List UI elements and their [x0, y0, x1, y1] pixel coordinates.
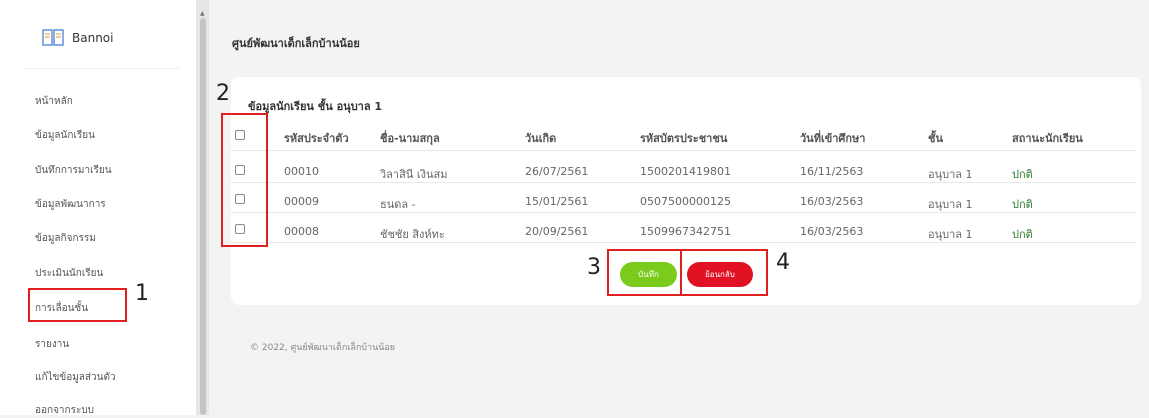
annotation-box-promotion: [28, 288, 127, 322]
brand[interactable]: Bannoi: [42, 28, 113, 48]
cell-enroll-date: 16/03/2563: [800, 225, 864, 238]
cell-id-card: 1509967342751: [640, 225, 731, 238]
cell-name: ธนดล -: [380, 198, 416, 211]
annotation-label: 2: [216, 81, 230, 106]
divider: [25, 68, 180, 69]
footer-copyright: © 2022, ศูนย์พัฒนาเด็กเล็กบ้านน้อย: [250, 343, 396, 353]
nav-item-evaluation[interactable]: ประเมินนักเรียน: [35, 266, 103, 281]
cell-birthdate: 26/07/2561: [525, 165, 589, 178]
nav-item-activities[interactable]: ข้อมูลกิจกรรม: [35, 231, 96, 246]
annotation-box-save: [607, 249, 682, 296]
nav-item-attendance[interactable]: บันทึกการมาเรียน: [35, 163, 112, 178]
scroll-thumb[interactable]: [200, 18, 206, 415]
cell-birthdate: 15/01/2561: [525, 195, 589, 208]
cell-status: ปกติ: [1012, 228, 1033, 241]
header-birthdate: วันเกิด: [525, 132, 557, 145]
scroll-up-icon[interactable]: ▲: [200, 10, 205, 17]
nav-item-reports[interactable]: รายงาน: [35, 337, 69, 352]
cell-status: ปกติ: [1012, 168, 1033, 181]
header-id-card: รหัสบัตรประชาชน: [640, 132, 728, 145]
page-title: ศูนย์พัฒนาเด็กเล็กบ้านน้อย: [232, 37, 360, 50]
divider: [231, 212, 1136, 213]
nav-item-logout[interactable]: ออกจากระบบ: [35, 403, 94, 418]
nav-item-students[interactable]: ข้อมูลนักเรียน: [35, 128, 95, 143]
cell-name: ชัชชัย สิงห์ทะ: [380, 228, 445, 241]
header-class: ชั้น: [928, 132, 943, 145]
header-enroll-date: วันที่เข้าศึกษา: [800, 132, 866, 145]
header-status: สถานะนักเรียน: [1012, 132, 1083, 145]
cell-class: อนุบาล 1: [928, 228, 973, 241]
annotation-label: 4: [776, 250, 790, 275]
annotation-label: 1: [135, 281, 149, 306]
cell-id-card: 0507500000125: [640, 195, 731, 208]
cell-enroll-date: 16/03/2563: [800, 195, 864, 208]
annotation-box-checkboxes: [221, 113, 268, 247]
nav-item-home[interactable]: หน้าหลัก: [35, 94, 73, 109]
nav-item-profile[interactable]: แก้ไขข้อมูลส่วนตัว: [35, 370, 116, 385]
cell-id-card: 1500201419801: [640, 165, 731, 178]
cell-class: อนุบาล 1: [928, 168, 973, 181]
sidebar: Bannoi หน้าหลัก ข้อมูลนักเรียน บันทึกการ…: [0, 0, 197, 418]
header-name: ชื่อ-นามสกุล: [380, 132, 440, 145]
divider: [231, 242, 1136, 243]
annotation-label: 3: [587, 255, 601, 280]
cell-name: วิลาสินี เงินสม: [380, 168, 448, 181]
cell-enroll-date: 16/11/2563: [800, 165, 864, 178]
annotation-box-back: [680, 249, 768, 296]
card-title: ข้อมูลนักเรียน ชั้น อนุบาล 1: [248, 100, 383, 113]
cell-student-id: 00008: [284, 225, 319, 238]
nav-item-development[interactable]: ข้อมูลพัฒนาการ: [35, 197, 106, 212]
cell-birthdate: 20/09/2561: [525, 225, 589, 238]
divider: [231, 182, 1136, 183]
cell-student-id: 00010: [284, 165, 319, 178]
divider: [231, 150, 1136, 151]
cell-class: อนุบาล 1: [928, 198, 973, 211]
cell-status: ปกติ: [1012, 198, 1033, 211]
book-icon: [42, 29, 64, 46]
header-student-id: รหัสประจำตัว: [284, 132, 349, 145]
brand-name: Bannoi: [72, 31, 114, 45]
cell-student-id: 00009: [284, 195, 319, 208]
